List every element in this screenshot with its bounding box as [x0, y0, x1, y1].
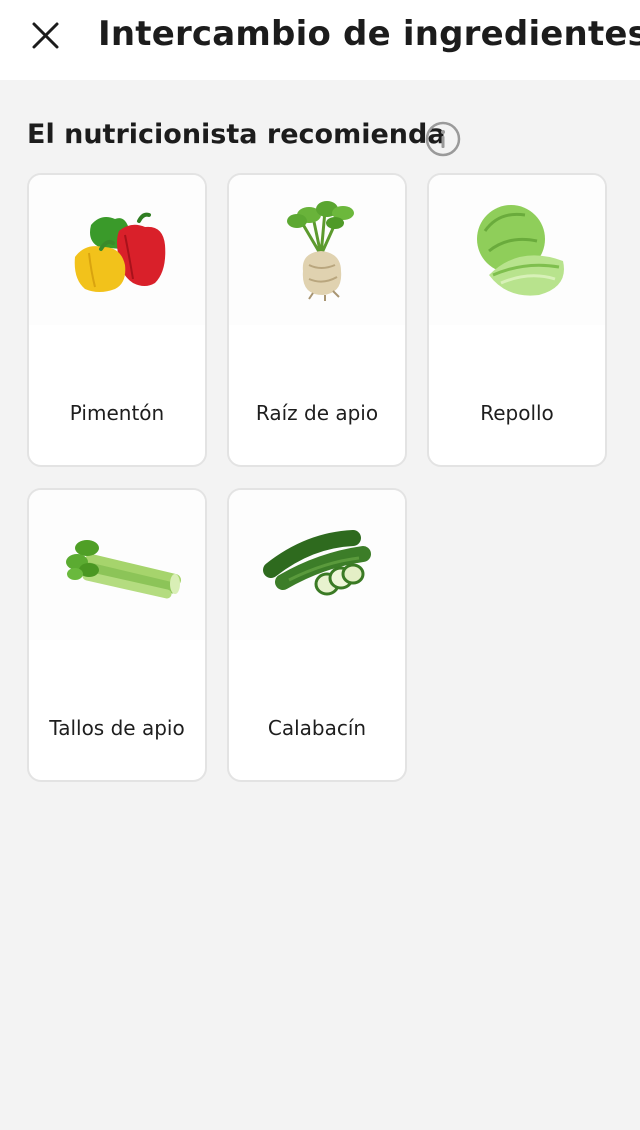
ingredient-label: Calabacín [267, 716, 367, 740]
ingredient-label: Repollo [480, 401, 554, 425]
ingredient-card-tallos-de-apio[interactable]: Tallos de apio [27, 488, 207, 782]
ingredient-card-repollo[interactable]: Repollo [427, 173, 607, 467]
ingredient-card-pimenton[interactable]: Pimentón [27, 173, 207, 467]
ingredient-grid: Pimentón Raíz de apio Repollo Tallos de … [0, 0, 640, 1130]
ingredient-label: Tallos de apio [49, 716, 185, 740]
ingredient-label: Pimentón [69, 401, 165, 425]
bell-peppers-image [29, 175, 205, 325]
celery-stalks-image [29, 490, 205, 640]
cabbage-image [429, 175, 605, 325]
ingredient-card-calabacin[interactable]: Calabacín [227, 488, 407, 782]
zucchini-image [229, 490, 405, 640]
ingredient-label: Raíz de apio [255, 401, 379, 425]
celery-root-image [229, 175, 405, 325]
ingredient-card-raiz-de-apio[interactable]: Raíz de apio [227, 173, 407, 467]
